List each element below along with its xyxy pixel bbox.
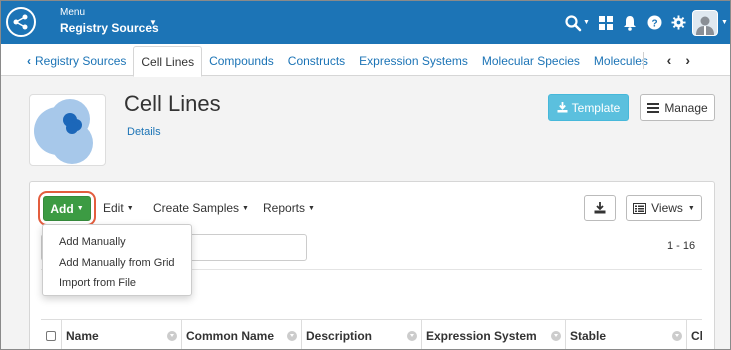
- column-label: Name: [66, 329, 99, 343]
- menu-label: Menu: [60, 7, 86, 18]
- chevron-left-icon[interactable]: ‹: [667, 52, 672, 68]
- export-button[interactable]: [584, 195, 616, 221]
- chevron-left-icon: ‹: [27, 54, 31, 68]
- select-all-cell: [41, 320, 62, 349]
- edit-menu-label: Edit: [103, 201, 124, 215]
- caret-down-icon: ▼: [76, 205, 84, 212]
- menu-item-add-manually[interactable]: Add Manually: [43, 232, 191, 253]
- search-icon[interactable]: ▼: [560, 14, 594, 32]
- chevron-right-icon[interactable]: ›: [685, 52, 690, 68]
- caret-down-icon: ▼: [308, 204, 315, 212]
- page-title: Cell Lines: [124, 91, 221, 116]
- logo-icon[interactable]: [6, 7, 36, 37]
- column-header-name[interactable]: Name: [62, 320, 182, 349]
- column-label: Stable: [570, 329, 607, 343]
- menu-item-import-from-file[interactable]: Import from File: [43, 273, 191, 294]
- column-menu-icon[interactable]: [672, 331, 682, 341]
- tab-compounds[interactable]: Compounds: [202, 46, 281, 76]
- subnav-tabs: ‹ Registry Sources Cell Lines Compounds …: [21, 44, 655, 77]
- column-label: Expression System: [426, 329, 537, 343]
- user-menu[interactable]: ▼: [690, 9, 730, 36]
- column-header-stable[interactable]: Stable: [566, 320, 687, 349]
- column-label: Cl: [691, 329, 702, 343]
- tab-cell-lines[interactable]: Cell Lines: [133, 46, 203, 77]
- tab-molecules[interactable]: Molecules: [587, 46, 655, 76]
- tab-molecular-species[interactable]: Molecular Species: [475, 46, 587, 76]
- subnav-divider: [643, 52, 644, 69]
- project-menu[interactable]: Menu Registry Sources: [60, 7, 159, 36]
- add-dropdown-menu: Add Manually Add Manually from Grid Impo…: [42, 224, 192, 296]
- reports-label: Reports: [263, 201, 306, 215]
- subnav-scroll-arrows: ‹ ›: [667, 44, 690, 76]
- manage-button-label: Manage: [664, 100, 708, 115]
- column-header-expression-system[interactable]: Expression System: [422, 320, 566, 349]
- create-samples-label: Create Samples: [153, 201, 240, 215]
- chevron-down-icon[interactable]: ▼: [149, 18, 157, 27]
- create-samples-menu[interactable]: Create Samples ▼: [153, 201, 249, 215]
- views-button-label: Views: [651, 201, 683, 215]
- reports-menu[interactable]: Reports ▼: [263, 201, 315, 215]
- column-menu-icon[interactable]: [551, 331, 561, 341]
- add-button[interactable]: Add ▼: [43, 196, 91, 221]
- gear-icon[interactable]: [666, 15, 690, 30]
- column-header-description[interactable]: Description: [302, 320, 422, 349]
- column-menu-icon[interactable]: [287, 331, 297, 341]
- template-button[interactable]: Template: [548, 94, 629, 121]
- column-header-common-name[interactable]: Common Name: [182, 320, 302, 349]
- template-button-label: Template: [571, 100, 621, 115]
- views-button[interactable]: Views ▼: [626, 195, 702, 221]
- user-avatar: [692, 9, 719, 36]
- header-icons: ▼ ? ▼: [560, 1, 730, 44]
- project-name: Registry Sources: [60, 21, 159, 35]
- back-to-registry-link[interactable]: ‹ Registry Sources: [21, 46, 133, 76]
- hamburger-icon: [647, 102, 660, 113]
- column-header-truncated[interactable]: Cl: [687, 320, 702, 349]
- svg-text:?: ?: [651, 18, 657, 29]
- top-header: Menu Registry Sources ▼ ▼ ? ▼: [1, 1, 730, 44]
- tab-expression-systems[interactable]: Expression Systems: [352, 46, 475, 76]
- manage-button[interactable]: Manage: [640, 94, 715, 121]
- details-link[interactable]: Details: [127, 126, 161, 138]
- edit-menu[interactable]: Edit ▼: [103, 201, 134, 215]
- app-window: Menu Registry Sources ▼ ▼ ? ▼ ‹ Registry…: [0, 0, 731, 350]
- caret-down-icon: ▼: [687, 204, 695, 212]
- select-all-checkbox[interactable]: [46, 331, 56, 341]
- list-icon: [633, 202, 647, 214]
- grid-header: Name Common Name Description Expression …: [41, 319, 702, 349]
- column-menu-icon[interactable]: [167, 331, 177, 341]
- add-button-label: Add: [50, 201, 74, 216]
- sub-navigation: ‹ Registry Sources Cell Lines Compounds …: [1, 44, 730, 77]
- grid-icon[interactable]: [594, 15, 618, 30]
- back-link-label: Registry Sources: [35, 54, 127, 68]
- menu-item-add-manually-from-grid[interactable]: Add Manually from Grid: [43, 253, 191, 274]
- column-label: Description: [306, 329, 373, 343]
- tab-constructs[interactable]: Constructs: [281, 46, 352, 76]
- cell-line-icon: [29, 94, 106, 166]
- column-menu-icon[interactable]: [407, 331, 417, 341]
- bell-icon[interactable]: [618, 15, 642, 31]
- caret-down-icon: ▼: [242, 204, 249, 212]
- help-icon[interactable]: ?: [642, 15, 666, 30]
- caret-down-icon: ▼: [126, 204, 134, 212]
- column-label: Common Name: [186, 329, 275, 343]
- download-icon: [594, 202, 606, 214]
- paging-info: 1 - 16: [667, 240, 696, 252]
- download-icon: [557, 102, 568, 113]
